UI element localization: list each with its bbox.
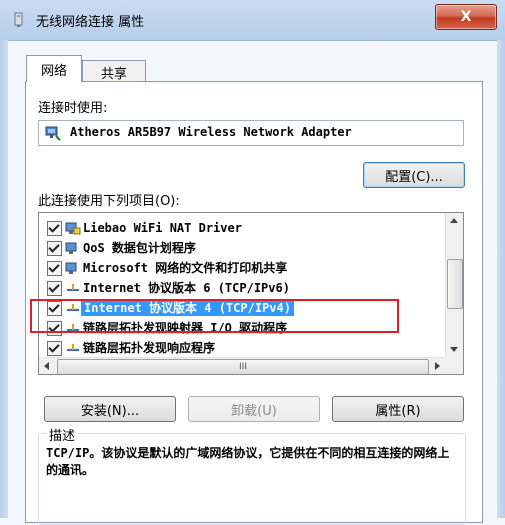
description-text: TCP/IP。该协议是默认的广域网络协议，它提供在不同的相互连接的网络上的通讯。 bbox=[46, 446, 450, 477]
protocol-icon bbox=[67, 284, 79, 291]
window-frame-right bbox=[497, 40, 505, 518]
adapter-field: Atheros AR5B97 Wireless Network Adapter bbox=[38, 120, 464, 146]
item-checkbox[interactable] bbox=[47, 221, 62, 236]
connect-using-label: 连接时使用: bbox=[38, 101, 108, 116]
list-item[interactable]: 链路层拓扑发现响应程序 bbox=[47, 338, 447, 358]
list-item[interactable]: Microsoft 网络的文件和打印机共享 bbox=[47, 258, 447, 278]
item-label: 链路层拓扑发现响应程序 bbox=[83, 341, 216, 355]
window-title: 无线网络连接 属性 bbox=[36, 15, 145, 30]
item-checkbox[interactable] bbox=[47, 261, 62, 276]
scroll-up-icon[interactable] bbox=[450, 218, 458, 223]
tab-networking[interactable]: 网络 bbox=[26, 55, 82, 82]
tab-sharing[interactable]: 共享 bbox=[82, 60, 146, 83]
close-button[interactable]: X bbox=[435, 4, 497, 30]
highlight-annotation bbox=[30, 299, 399, 333]
configure-button[interactable]: 配置(C)... bbox=[363, 162, 465, 188]
network-adapter-icon bbox=[14, 12, 23, 27]
item-label: Liebao WiFi NAT Driver bbox=[83, 221, 242, 235]
item-label: QoS 数据包计划程序 bbox=[83, 241, 196, 255]
adapter-name: Atheros AR5B97 Wireless Network Adapter bbox=[70, 125, 352, 139]
adapter-icon bbox=[45, 126, 61, 141]
vertical-scrollbar[interactable] bbox=[445, 213, 463, 357]
vertical-scroll-thumb[interactable] bbox=[447, 259, 463, 309]
list-item[interactable]: Liebao WiFi NAT Driver bbox=[47, 218, 447, 238]
install-button[interactable]: 安装(N)... bbox=[44, 396, 176, 422]
scroll-right-icon[interactable] bbox=[435, 362, 440, 370]
window-frame-left bbox=[0, 40, 8, 518]
list-item[interactable]: QoS 数据包计划程序 bbox=[47, 238, 447, 258]
horizontal-scrollbar[interactable]: III bbox=[39, 357, 445, 374]
item-checkbox[interactable] bbox=[47, 341, 62, 356]
network-service-icon bbox=[65, 262, 77, 274]
component-list[interactable]: Liebao WiFi NAT Driver QoS 数据包计划程序 Micro… bbox=[38, 212, 464, 375]
network-client-icon bbox=[65, 222, 81, 235]
scroll-down-icon[interactable] bbox=[450, 347, 458, 352]
description-title: 描述 bbox=[46, 425, 79, 444]
item-checkbox[interactable] bbox=[47, 281, 62, 296]
items-label: 此连接使用下列项目(O): bbox=[38, 194, 180, 209]
item-label: Internet 协议版本 6 (TCP/IPv6) bbox=[83, 281, 290, 295]
item-label: Microsoft 网络的文件和打印机共享 bbox=[83, 261, 288, 275]
scroll-left-icon[interactable] bbox=[44, 362, 49, 370]
horizontal-scroll-thumb[interactable]: III bbox=[57, 359, 429, 374]
title-bar: 无线网络连接 属性 X bbox=[0, 0, 505, 41]
list-item[interactable]: Internet 协议版本 6 (TCP/IPv6) bbox=[47, 278, 447, 298]
network-service-icon bbox=[65, 242, 77, 254]
item-checkbox[interactable] bbox=[47, 241, 62, 256]
scrollbar-corner bbox=[445, 357, 463, 374]
protocol-icon bbox=[67, 344, 79, 351]
uninstall-button[interactable]: 卸载(U) bbox=[188, 396, 320, 422]
properties-button[interactable]: 属性(R) bbox=[332, 396, 464, 422]
